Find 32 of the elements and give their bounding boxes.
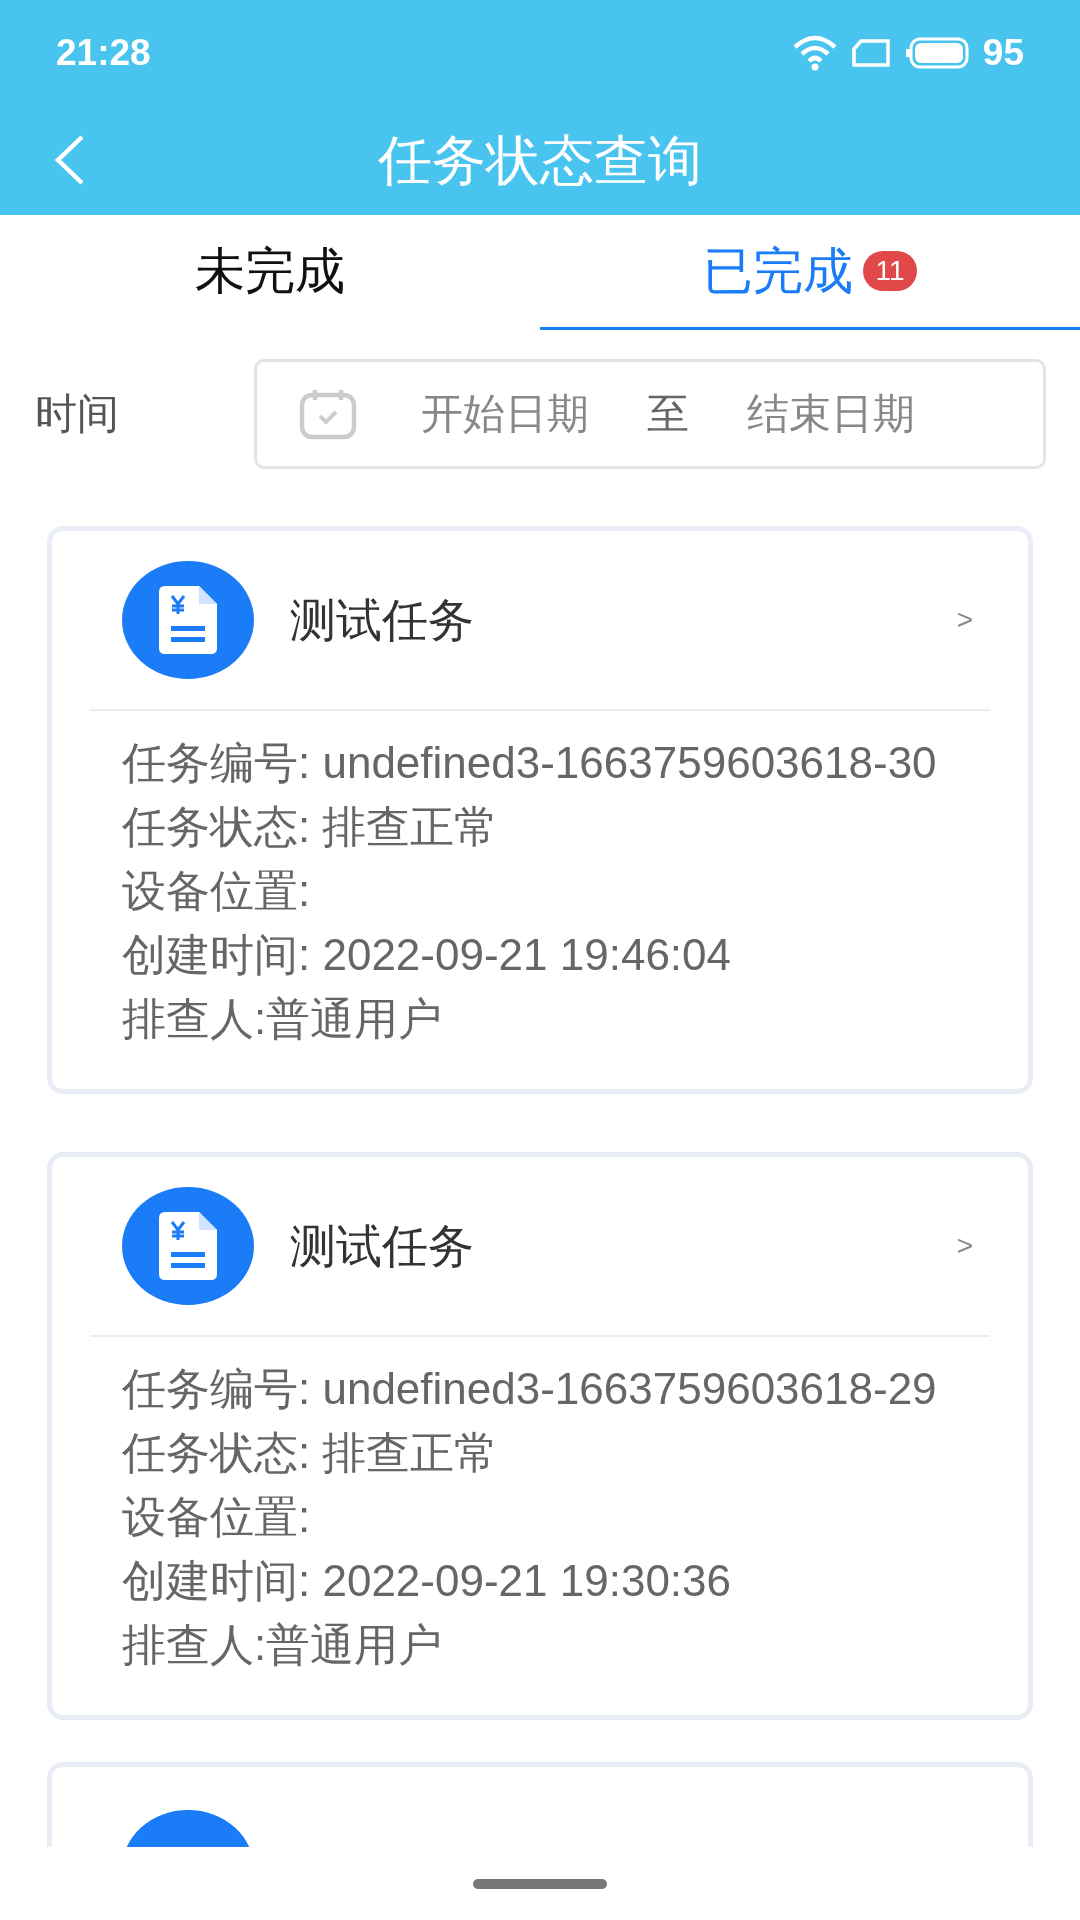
- task-detail: 创建时间: 2022-09-21 19:30:36: [122, 1555, 733, 1607]
- task-detail: 排查人:普通用户: [122, 1619, 444, 1671]
- sim-icon: [850, 37, 891, 68]
- time-label: 时间: [35, 389, 120, 439]
- task-detail: 创建时间: 2022-09-21 19:46:04: [122, 929, 733, 981]
- page-title: 任务状态查询: [378, 128, 702, 192]
- task-detail: 设备位置:: [122, 1491, 312, 1543]
- end-date-placeholder: 结束日期: [747, 389, 915, 439]
- home-indicator[interactable]: [473, 1878, 607, 1889]
- task-detail: 排查人:普通用户: [122, 993, 444, 1045]
- count-badge: 11: [863, 251, 917, 291]
- tab[interactable]: 未完成: [0, 215, 540, 330]
- status-time: 21:28: [56, 30, 151, 75]
- task-detail: 任务编号: undefined3-1663759603618-30: [122, 737, 938, 789]
- task-detail: 任务编号: undefined3-1663759603618-29: [122, 1363, 938, 1415]
- battery-icon: [904, 36, 969, 69]
- calendar-icon: [299, 387, 357, 440]
- task-name: 测试任务: [290, 592, 474, 648]
- task-card[interactable]: 测试任务 > 任务编号: undefined3-1663759603618-30 任务状态: 排查正常 设备位置: 创建时间: 2022-09-21 19:46:04 排查人:普通用户: [47, 526, 1033, 1094]
- chevron-icon: >: [956, 1225, 973, 1267]
- date-range-field[interactable]: 开始日期 至 结束日期: [254, 358, 1046, 469]
- chevron-icon: >: [956, 599, 973, 641]
- tab[interactable]: 已完成 11: [540, 215, 1080, 330]
- task-detail: 任务状态: 排查正常: [122, 801, 500, 853]
- task-detail: 设备位置:: [122, 865, 312, 917]
- task-name: 测试任务: [290, 1218, 474, 1274]
- task-detail: 任务状态: 排查正常: [122, 1427, 500, 1479]
- range-separator: 至: [647, 389, 689, 439]
- battery-level: 95: [982, 30, 1024, 75]
- start-date-placeholder: 开始日期: [421, 389, 589, 439]
- task-card[interactable]: 测试任务 > 任务编号: undefined3-1663759603618-29 任务状态: 排查正常 设备位置: 创建时间: 2022-09-21 19:30:36 排查人:普通用户: [47, 1152, 1033, 1720]
- wifi-icon: [792, 34, 837, 71]
